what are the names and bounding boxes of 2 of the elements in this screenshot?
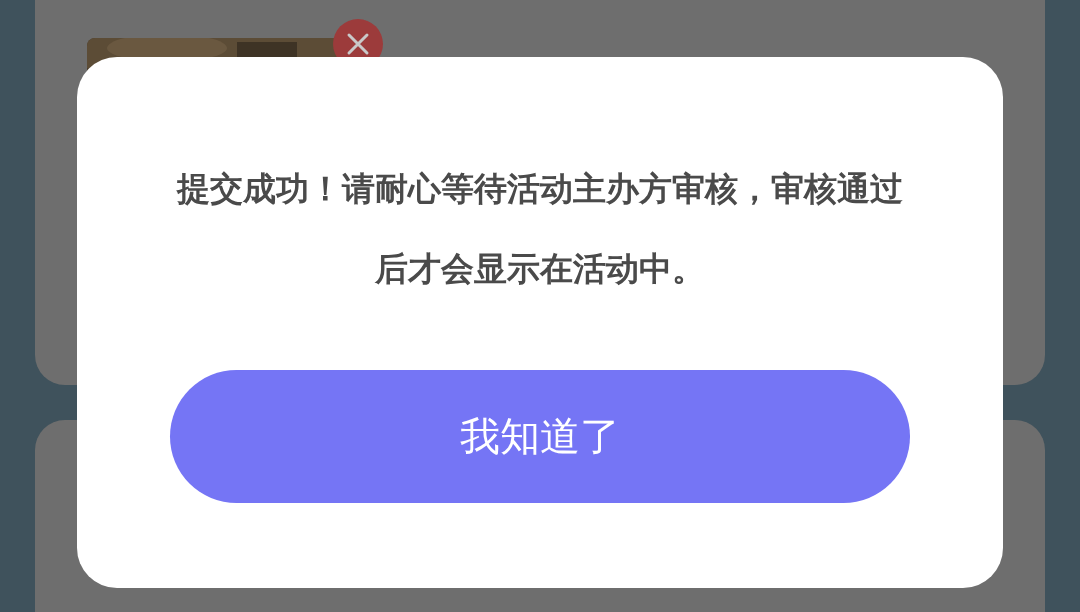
confirm-button[interactable]: 我知道了 — [170, 370, 910, 503]
dialog-message: 提交成功！请耐心等待活动主办方审核，审核通过后才会显示在活动中。 — [175, 168, 904, 290]
